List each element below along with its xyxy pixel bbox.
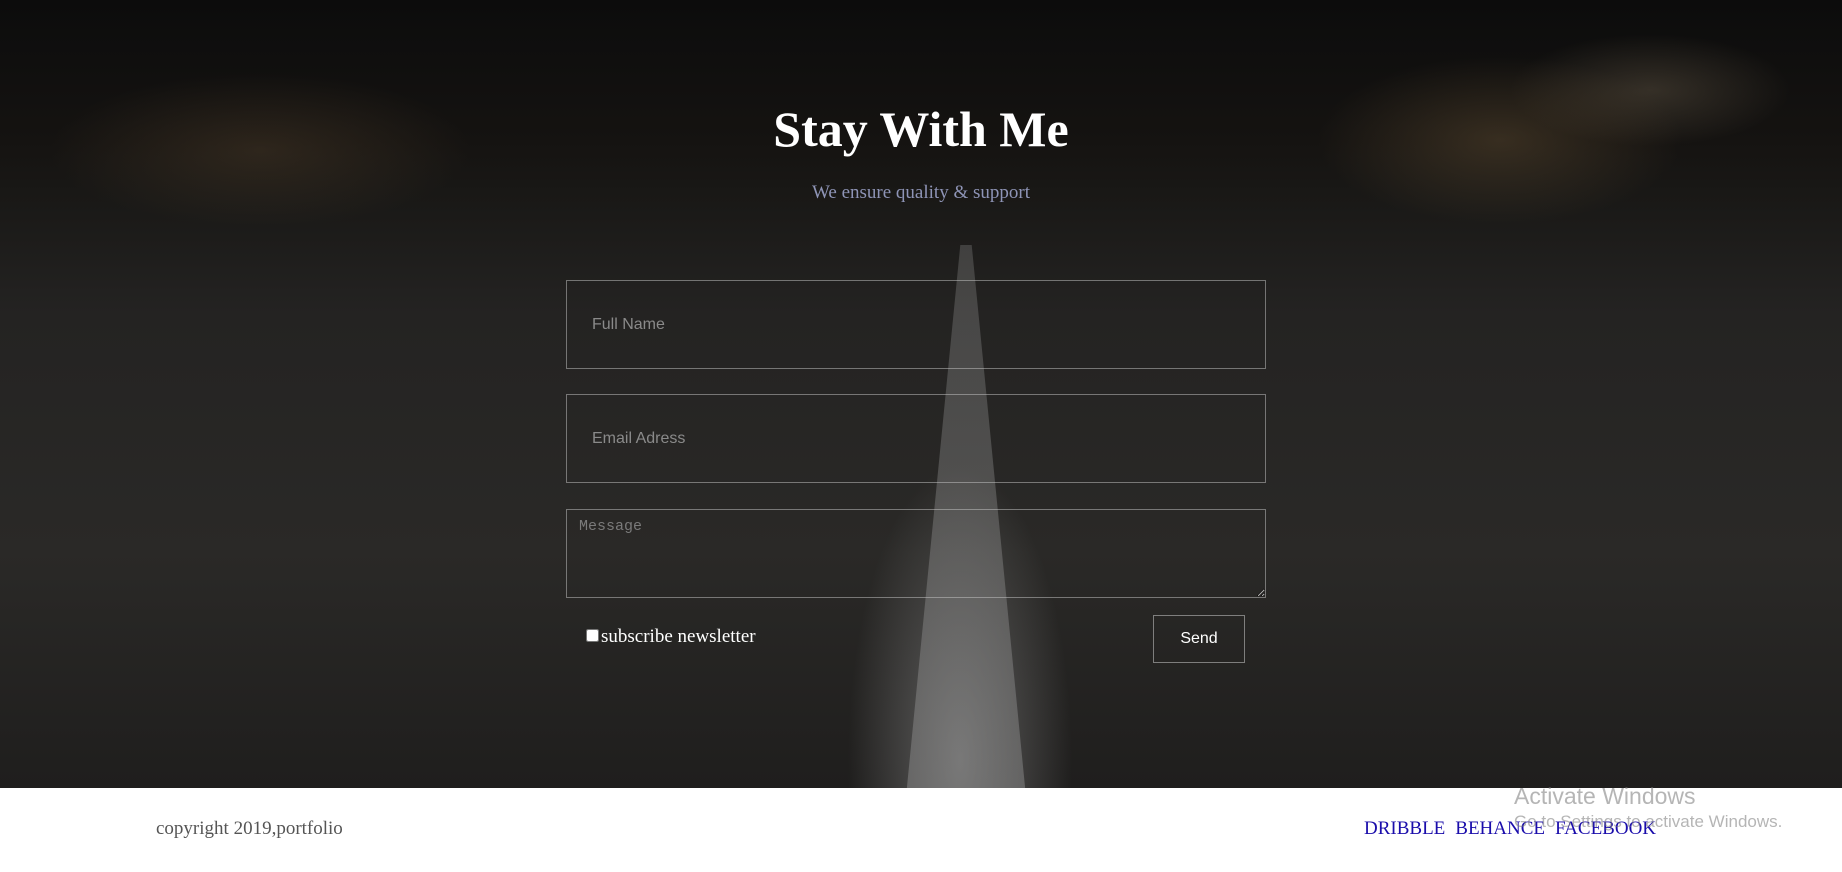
message-textarea[interactable] — [566, 509, 1266, 598]
subscribe-label: subscribe newsletter — [601, 626, 756, 647]
send-button[interactable]: Send — [1153, 615, 1245, 663]
subscribe-checkbox[interactable] — [586, 629, 599, 642]
footer: copyright 2019,portfolio DRIBBLE BEHANCE… — [0, 788, 1842, 872]
dribbble-link[interactable]: DRIBBLE — [1364, 818, 1445, 840]
copyright-text: copyright 2019,portfolio — [156, 818, 343, 839]
subscribe-option[interactable]: subscribe newsletter — [586, 626, 756, 648]
contact-section: Stay With Me We ensure quality & support… — [0, 0, 1842, 788]
social-links: DRIBBLE BEHANCE FACEBOOK — [1364, 818, 1656, 840]
full-name-input[interactable] — [566, 280, 1266, 369]
page-title: Stay With Me — [773, 101, 1069, 157]
email-input[interactable] — [566, 394, 1266, 483]
page-subtitle: We ensure quality & support — [812, 182, 1030, 203]
behance-link[interactable]: BEHANCE — [1455, 818, 1545, 840]
facebook-link[interactable]: FACEBOOK — [1555, 818, 1656, 840]
